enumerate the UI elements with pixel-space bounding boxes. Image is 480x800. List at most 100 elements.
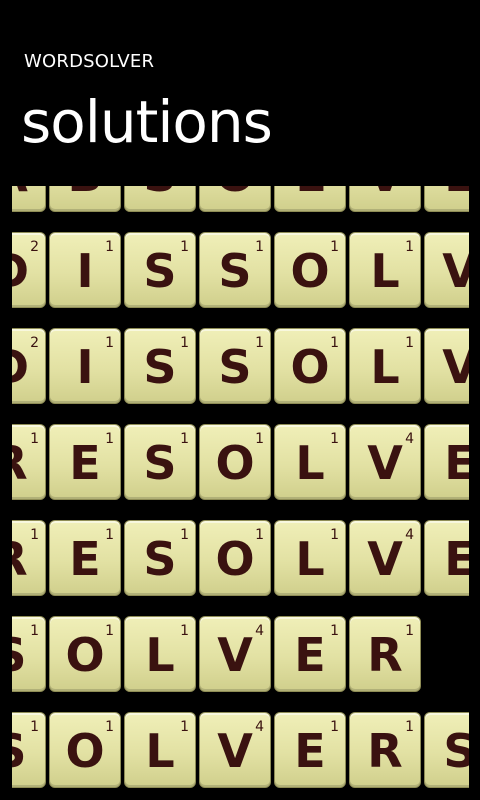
letter-tile: E1 bbox=[49, 520, 121, 596]
tile-letter: L bbox=[275, 186, 345, 203]
tile-letter: V bbox=[442, 340, 469, 394]
letter-tile: E1 bbox=[274, 712, 346, 788]
tile-score: 1 bbox=[180, 527, 189, 543]
letter-tile: V4 bbox=[424, 232, 469, 308]
solution-row[interactable]: D2I1S1S1O1L1V4 bbox=[12, 328, 469, 406]
tile-letter: S bbox=[12, 723, 45, 779]
letter-tile: O1 bbox=[199, 520, 271, 596]
solution-row[interactable]: R1E1S1O1L1V4E1 bbox=[12, 520, 469, 598]
letter-tile: V4 bbox=[349, 186, 421, 212]
tile-score: 1 bbox=[330, 623, 339, 639]
letter-tile: V4 bbox=[349, 424, 421, 500]
solution-row[interactable]: D2I1S1S1O1L1V4 bbox=[12, 232, 469, 310]
letter-tile: S1 bbox=[12, 712, 46, 788]
tile-score: 1 bbox=[105, 431, 114, 447]
letter-tile: V4 bbox=[424, 328, 469, 404]
letter-tile: B3 bbox=[49, 186, 121, 212]
tile-letter: S bbox=[443, 724, 469, 778]
letter-tile: A1 bbox=[12, 186, 46, 212]
letter-tile: L1 bbox=[124, 712, 196, 788]
tile-score: 1 bbox=[255, 527, 264, 543]
letter-tile: S1 bbox=[199, 328, 271, 404]
letter-tile: D2 bbox=[12, 328, 46, 404]
letter-tile: L1 bbox=[274, 424, 346, 500]
tile-score: 2 bbox=[30, 239, 39, 255]
tile-score: 1 bbox=[105, 623, 114, 639]
letter-tile: S1 bbox=[424, 712, 469, 788]
tile-score: 1 bbox=[330, 719, 339, 735]
tile-score: 4 bbox=[405, 527, 414, 543]
letter-tile: S1 bbox=[199, 232, 271, 308]
solution-row[interactable]: R1E1S1O1L1V4E1 bbox=[12, 424, 469, 502]
tile-letter: D bbox=[12, 339, 45, 395]
solutions-list[interactable]: A1B3S1O1L1V4E1D2I1S1S1O1L1V4D2I1S1S1O1L1… bbox=[12, 186, 469, 800]
tile-letter: V bbox=[442, 244, 469, 298]
letter-tile: O1 bbox=[49, 616, 121, 692]
tile-score: 1 bbox=[330, 527, 339, 543]
letter-tile: S1 bbox=[124, 520, 196, 596]
solution-row[interactable]: S1O1L1V4E1R1S1 bbox=[12, 712, 469, 790]
tile-score: 4 bbox=[405, 431, 414, 447]
tile-letter: E bbox=[444, 532, 469, 586]
tile-score: 1 bbox=[30, 431, 39, 447]
tile-score: 2 bbox=[30, 335, 39, 351]
letter-tile: O1 bbox=[199, 186, 271, 212]
letter-tile: L1 bbox=[274, 520, 346, 596]
tile-letter: O bbox=[200, 186, 270, 203]
tile-score: 1 bbox=[30, 719, 39, 735]
letter-tile: R1 bbox=[349, 616, 421, 692]
tile-score: 1 bbox=[405, 239, 414, 255]
tile-score: 1 bbox=[180, 335, 189, 351]
tile-score: 1 bbox=[105, 719, 114, 735]
letter-tile: R1 bbox=[12, 424, 46, 500]
tile-letter: A bbox=[12, 186, 45, 203]
letter-tile: D2 bbox=[12, 232, 46, 308]
letter-tile: S1 bbox=[124, 328, 196, 404]
letter-tile: S1 bbox=[12, 616, 46, 692]
tile-score: 1 bbox=[330, 431, 339, 447]
tile-score: 1 bbox=[255, 335, 264, 351]
tile-letter: D bbox=[12, 243, 45, 299]
letter-tile: S1 bbox=[124, 232, 196, 308]
tile-letter: V bbox=[350, 186, 420, 203]
app-root: WORDSOLVER solutions A1B3S1O1L1V4E1D2I1S… bbox=[0, 0, 480, 800]
letter-tile: O1 bbox=[274, 232, 346, 308]
tile-score: 1 bbox=[105, 335, 114, 351]
tile-letter: B bbox=[50, 186, 120, 203]
letter-tile: O1 bbox=[49, 712, 121, 788]
tile-score: 1 bbox=[180, 623, 189, 639]
letter-tile: V4 bbox=[199, 712, 271, 788]
solution-row[interactable]: S1O1L1V4E1R1 bbox=[12, 616, 469, 694]
tile-score: 4 bbox=[255, 623, 264, 639]
letter-tile: R1 bbox=[349, 712, 421, 788]
tile-score: 1 bbox=[255, 431, 264, 447]
solution-row[interactable]: A1B3S1O1L1V4E1 bbox=[12, 186, 469, 214]
tile-score: 1 bbox=[180, 719, 189, 735]
tile-score: 1 bbox=[330, 239, 339, 255]
letter-tile: E1 bbox=[274, 616, 346, 692]
tile-letter: S bbox=[12, 627, 45, 683]
letter-tile: O1 bbox=[274, 328, 346, 404]
letter-tile: S1 bbox=[124, 424, 196, 500]
letter-tile: L1 bbox=[349, 328, 421, 404]
letter-tile: I1 bbox=[49, 328, 121, 404]
letter-tile: L1 bbox=[124, 616, 196, 692]
tile-letter: S bbox=[125, 186, 195, 203]
letter-tile: O1 bbox=[199, 424, 271, 500]
letter-tile: E1 bbox=[424, 186, 469, 212]
tile-score: 4 bbox=[255, 719, 264, 735]
letter-tile: S1 bbox=[124, 186, 196, 212]
tile-score: 1 bbox=[105, 527, 114, 543]
tile-letter: E bbox=[425, 186, 469, 203]
letter-tile: V4 bbox=[349, 520, 421, 596]
tile-score: 1 bbox=[330, 335, 339, 351]
letter-tile: E1 bbox=[424, 520, 469, 596]
tile-score: 1 bbox=[30, 623, 39, 639]
tile-score: 1 bbox=[405, 623, 414, 639]
app-title: WORDSOLVER bbox=[24, 51, 155, 72]
letter-tile: E1 bbox=[49, 424, 121, 500]
tile-letter: E bbox=[444, 436, 469, 490]
tile-score: 1 bbox=[180, 431, 189, 447]
page-title: solutions bbox=[21, 88, 273, 156]
tile-score: 1 bbox=[30, 527, 39, 543]
